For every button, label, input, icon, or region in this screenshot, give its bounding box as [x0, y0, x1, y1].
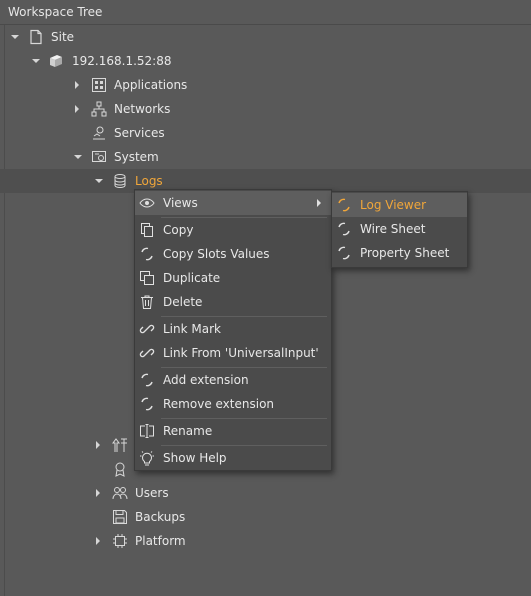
tree-item-host[interactable]: 192.168.1.52:88	[0, 49, 531, 73]
chevron-down-icon[interactable]	[30, 49, 42, 73]
chevron-right-icon[interactable]	[93, 529, 105, 553]
station-icon	[48, 53, 64, 69]
menu-item-copy[interactable]: Copy	[135, 218, 331, 242]
tree-label-users: Users	[135, 486, 169, 500]
menu-item-wire-sheet[interactable]: Wire Sheet	[332, 217, 467, 241]
chevron-down-icon[interactable]	[9, 25, 21, 49]
tree-item-platform[interactable]: Platform	[0, 529, 531, 553]
menu-label-link-mark: Link Mark	[163, 322, 221, 336]
tree-label-system: System	[114, 150, 159, 164]
eye-icon	[139, 195, 155, 211]
applications-icon	[91, 77, 107, 93]
chevron-right-icon[interactable]	[93, 433, 105, 457]
rename-icon	[139, 423, 155, 439]
tree-label-backups: Backups	[135, 510, 186, 524]
database-icon	[112, 173, 128, 189]
tree-item-networks[interactable]: Networks	[0, 97, 531, 121]
save-disk-icon	[112, 509, 128, 525]
menu-item-delete[interactable]: Delete	[135, 290, 331, 314]
menu-item-rename[interactable]: Rename	[135, 419, 331, 443]
tree-item-users[interactable]: Users	[0, 481, 531, 505]
menu-item-add-extension[interactable]: Add extension	[135, 368, 331, 392]
chevron-right-icon[interactable]	[93, 481, 105, 505]
spinner-icon	[336, 197, 352, 213]
menu-item-views[interactable]: Views	[135, 191, 331, 215]
panel-title: Workspace Tree	[8, 5, 103, 19]
tools-icon	[112, 437, 128, 453]
context-menu: Views Copy Copy Slots Values Duplicate D…	[134, 189, 332, 471]
tree-label-services: Services	[114, 126, 165, 140]
users-icon	[112, 485, 128, 501]
tree-item-services[interactable]: Services	[0, 121, 531, 145]
menu-item-link-from[interactable]: Link From 'UniversalInput'	[135, 341, 331, 365]
views-submenu: Log Viewer Wire Sheet Property Sheet	[331, 191, 468, 268]
menu-item-copy-slots-values[interactable]: Copy Slots Values	[135, 242, 331, 266]
tree-item-system[interactable]: System	[0, 145, 531, 169]
link-from-icon	[139, 345, 155, 361]
tree-item-site[interactable]: Site	[0, 25, 531, 49]
duplicate-icon	[139, 270, 155, 286]
menu-item-remove-extension[interactable]: Remove extension	[135, 392, 331, 416]
lightbulb-icon	[139, 450, 155, 466]
tree-label-site: Site	[51, 30, 75, 44]
network-icon	[91, 101, 107, 117]
menu-label-rename: Rename	[163, 424, 213, 438]
link-icon	[139, 321, 155, 337]
menu-label-duplicate: Duplicate	[163, 271, 221, 285]
page-icon	[28, 29, 44, 45]
chevron-down-icon[interactable]	[72, 145, 84, 169]
spinner-icon	[336, 221, 352, 237]
menu-label-wire-sheet: Wire Sheet	[360, 222, 426, 236]
chevron-down-icon[interactable]	[93, 169, 105, 193]
spinner-icon	[139, 246, 155, 262]
menu-item-property-sheet[interactable]: Property Sheet	[332, 241, 467, 265]
menu-label-copy: Copy	[163, 223, 194, 237]
workspace-tree-header: Workspace Tree	[0, 0, 531, 25]
tree-label-platform: Platform	[135, 534, 186, 548]
menu-item-show-help[interactable]: Show Help	[135, 446, 331, 470]
system-icon	[91, 149, 107, 165]
chevron-right-icon[interactable]	[72, 97, 84, 121]
menu-label-copy-slots-values: Copy Slots Values	[163, 247, 270, 261]
menu-item-duplicate[interactable]: Duplicate	[135, 266, 331, 290]
tree-item-applications[interactable]: Applications	[0, 73, 531, 97]
menu-item-link-mark[interactable]: Link Mark	[135, 317, 331, 341]
tree-label-applications: Applications	[114, 78, 188, 92]
tree-label-networks: Networks	[114, 102, 171, 116]
menu-label-remove-extension: Remove extension	[163, 397, 275, 411]
menu-label-log-viewer: Log Viewer	[360, 198, 427, 212]
tree-label-host: 192.168.1.52:88	[72, 54, 172, 68]
trash-icon	[139, 294, 155, 310]
menu-label-show-help: Show Help	[163, 451, 227, 465]
spinner-icon	[336, 245, 352, 261]
chip-icon	[112, 533, 128, 549]
menu-label-property-sheet: Property Sheet	[360, 246, 450, 260]
menu-label-add-extension: Add extension	[163, 373, 249, 387]
chevron-right-icon	[317, 199, 321, 207]
spinner-icon	[139, 396, 155, 412]
menu-label-link-from: Link From 'UniversalInput'	[163, 346, 319, 360]
tree-item-backups[interactable]: Backups	[0, 505, 531, 529]
copy-icon	[139, 222, 155, 238]
chevron-right-icon[interactable]	[72, 73, 84, 97]
license-icon	[112, 461, 128, 477]
menu-label-views: Views	[163, 196, 198, 210]
menu-label-delete: Delete	[163, 295, 203, 309]
services-icon	[91, 125, 107, 141]
spinner-icon	[139, 372, 155, 388]
menu-item-log-viewer[interactable]: Log Viewer	[332, 193, 467, 217]
